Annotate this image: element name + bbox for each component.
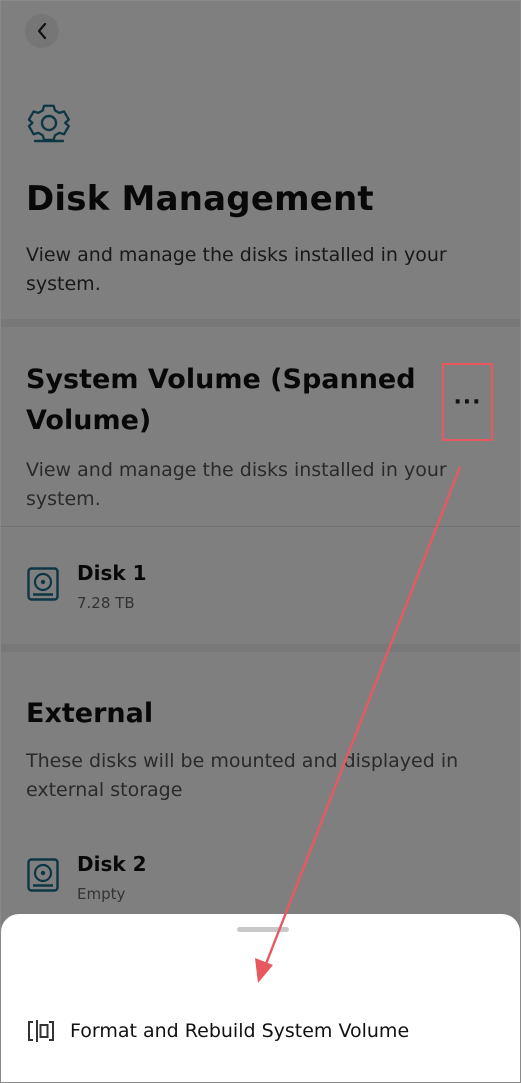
rebuild-volume-icon bbox=[28, 1020, 54, 1042]
menu-item-label: Format and Rebuild System Volume bbox=[70, 1020, 410, 1042]
bottom-sheet: Format and Rebuild System Volume bbox=[1, 914, 520, 1082]
app-screen: Disk Management View and manage the disk… bbox=[0, 0, 521, 1083]
sheet-drag-handle[interactable] bbox=[237, 927, 289, 932]
format-rebuild-menu-item[interactable]: Format and Rebuild System Volume bbox=[26, 1019, 409, 1043]
highlight-box bbox=[442, 363, 493, 441]
